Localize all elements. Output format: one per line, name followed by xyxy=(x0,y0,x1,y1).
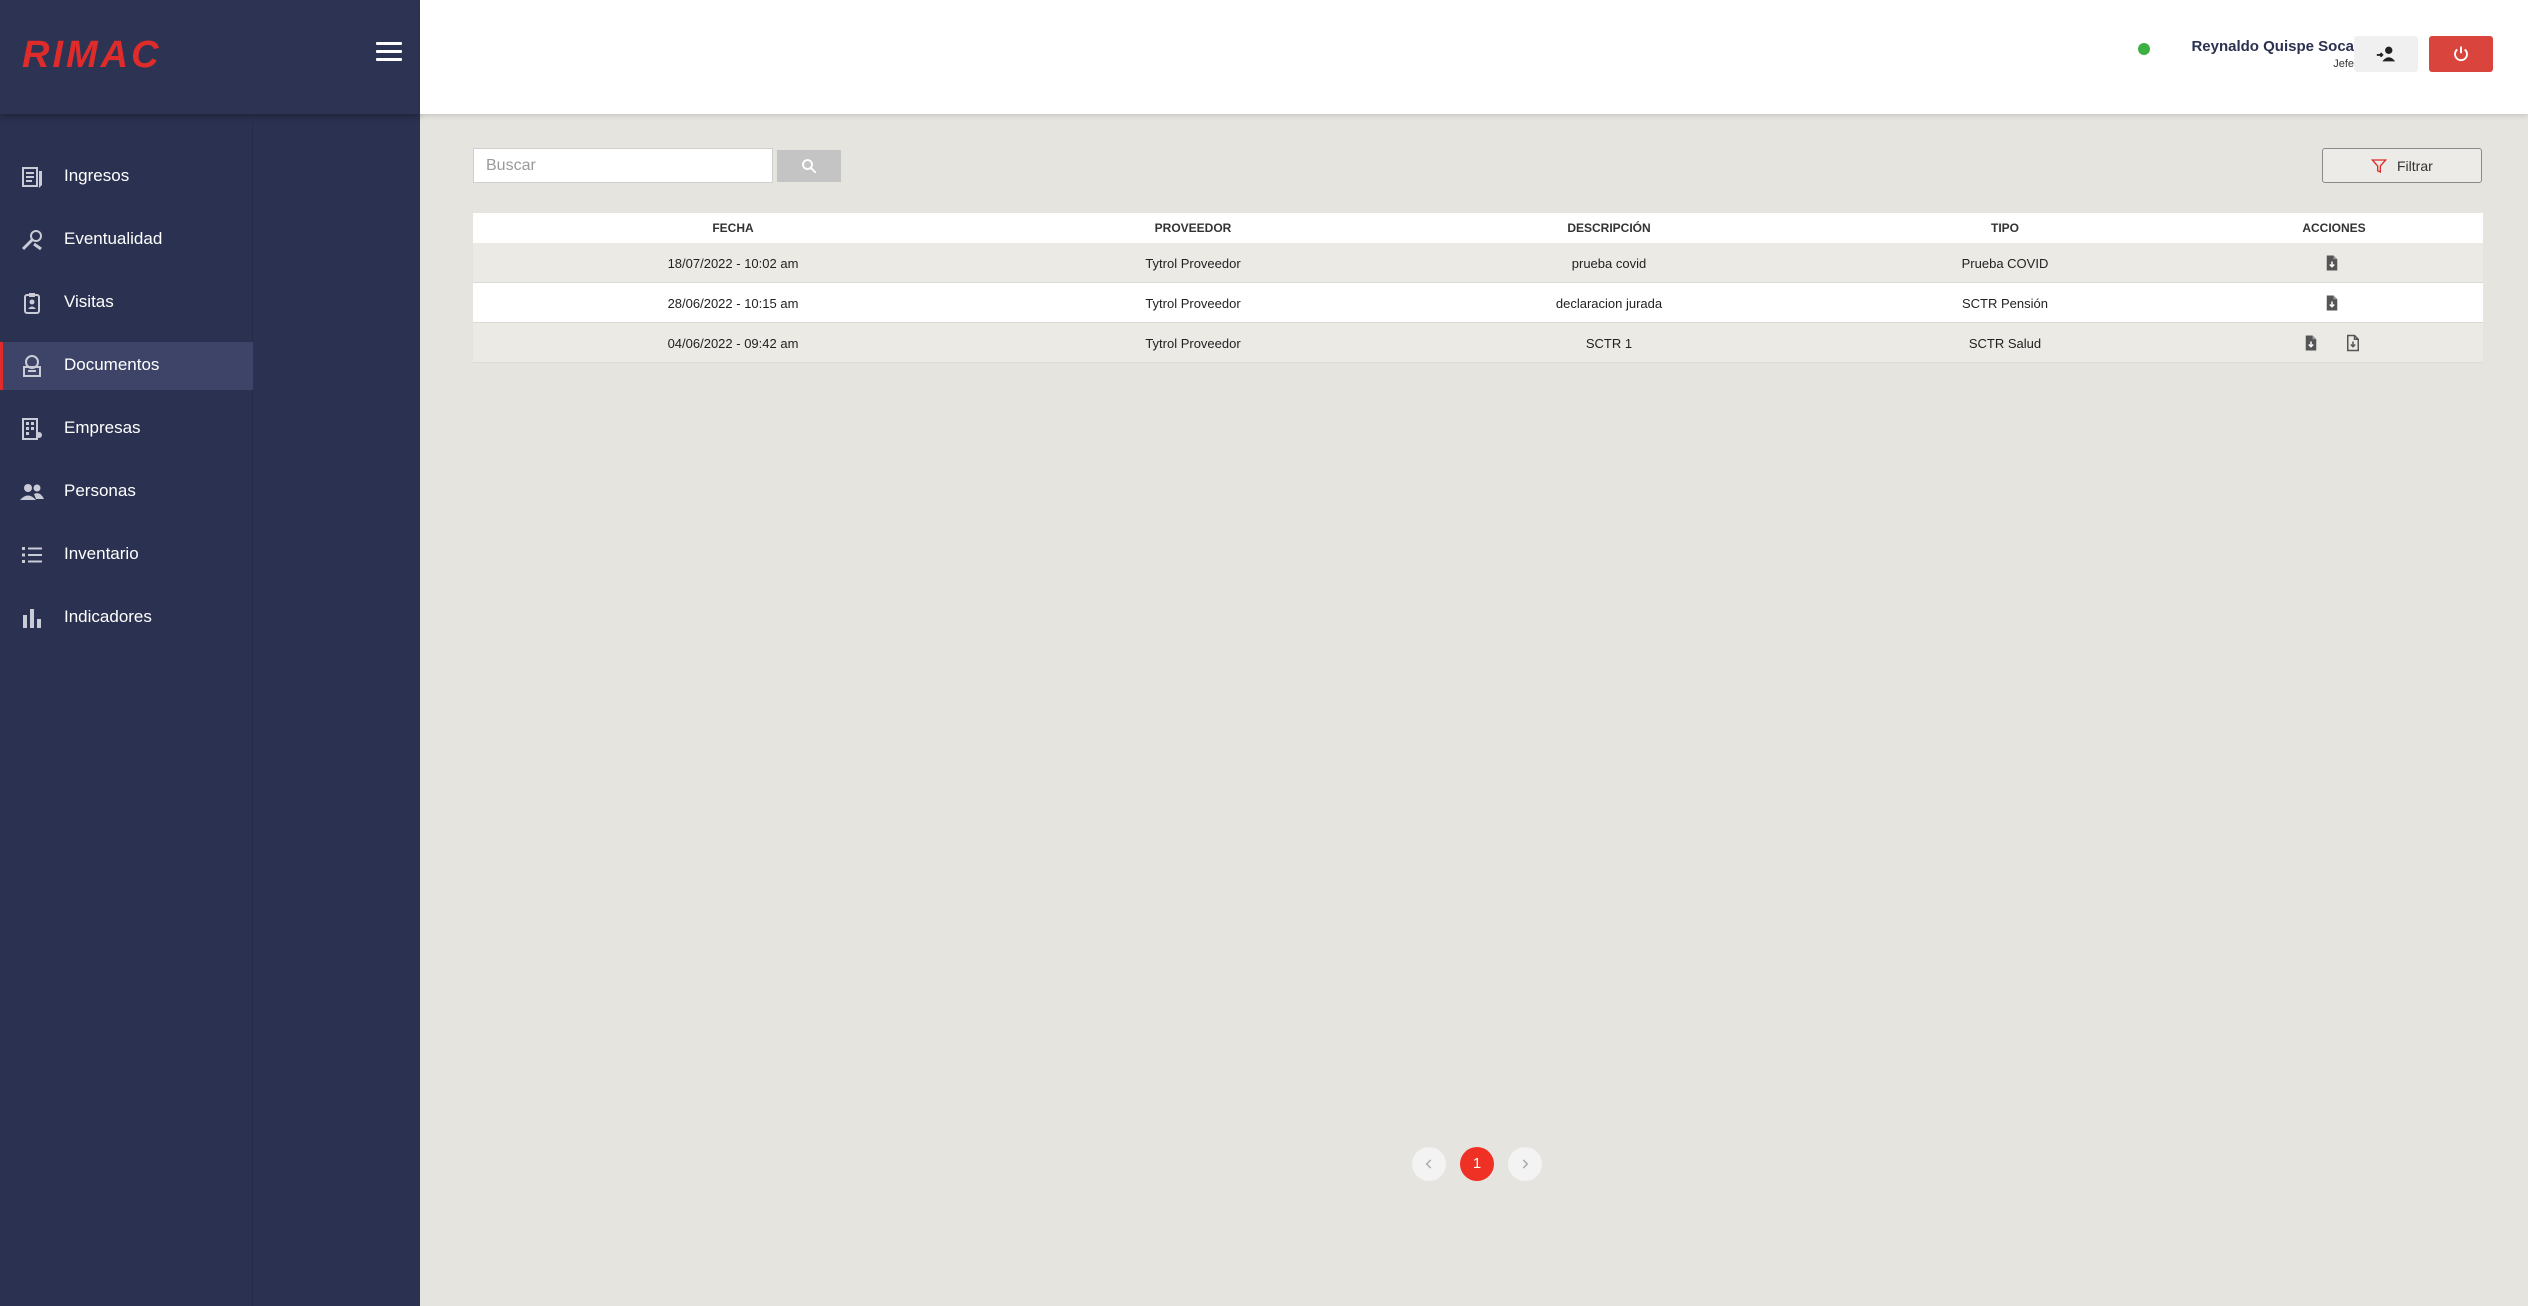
documents-icon xyxy=(23,355,41,377)
chevron-left-icon xyxy=(1425,1159,1432,1169)
file-icon[interactable] xyxy=(2323,253,2341,273)
file-icon[interactable] xyxy=(2323,293,2341,313)
sidebar-item-label: Ingresos xyxy=(64,166,130,185)
table-row: 28/06/2022 - 10:15 am Tytrol Proveedor d… xyxy=(473,283,2483,323)
table-row: 18/07/2022 - 10:02 am Tytrol Proveedor p… xyxy=(473,243,2483,283)
cell-fecha: 04/06/2022 - 09:42 am xyxy=(667,336,799,351)
user-switch-icon xyxy=(2376,46,2396,62)
user-role: Jefe xyxy=(2333,58,2354,70)
sidebar-item-label: Inventario xyxy=(64,544,139,563)
search-input[interactable] xyxy=(473,148,773,183)
sidebar-item-label: Empresas xyxy=(64,418,141,437)
sidebar-nav: Ingresos Eventualidad Visitas Documentos… xyxy=(0,114,253,1306)
column-header-descripcion: DESCRIPCIÓN xyxy=(1567,221,1651,235)
cell-descripcion: declaracion jurada xyxy=(1555,296,1663,311)
column-header-proveedor: PROVEEDOR xyxy=(1154,221,1232,235)
sidebar-item-indicadores[interactable]: Indicadores xyxy=(0,594,253,642)
cell-tipo: SCTR Salud xyxy=(1968,336,2042,351)
cell-proveedor: Tytrol Proveedor xyxy=(1145,336,1241,351)
badge-icon xyxy=(24,293,40,314)
sidebar-item-label: Eventualidad xyxy=(64,229,163,248)
filter-button[interactable]: Filtrar xyxy=(2322,148,2482,183)
pagination-current-page[interactable]: 1 xyxy=(1460,1147,1494,1181)
top-header: Reynaldo Quispe Soca Jefe xyxy=(420,0,2528,114)
clipboard-list-icon xyxy=(22,167,42,188)
online-status-dot xyxy=(2138,43,2150,55)
cell-proveedor: Tytrol Proveedor xyxy=(1145,296,1241,311)
cell-proveedor: Tytrol Proveedor xyxy=(1145,256,1241,271)
search-button[interactable] xyxy=(777,150,841,182)
user-name: Reynaldo Quispe Soca xyxy=(2191,38,2354,55)
list-icon xyxy=(22,547,42,563)
filter-label: Filtrar xyxy=(2397,158,2433,174)
cell-descripcion: prueba covid xyxy=(1571,256,1647,271)
sidebar-item-label: Personas xyxy=(64,481,136,500)
sidebar-item-ingresos[interactable]: Ingresos xyxy=(0,153,253,201)
pagination-next-button[interactable] xyxy=(1508,1147,1542,1181)
file-outline-icon[interactable] xyxy=(2344,333,2362,353)
cell-fecha: 18/07/2022 - 10:02 am xyxy=(667,256,799,271)
tools-icon xyxy=(21,230,42,251)
column-header-tipo: TIPO xyxy=(1990,221,2019,235)
pagination-prev-button[interactable] xyxy=(1412,1147,1446,1181)
sidebar-item-eventualidad[interactable]: Eventualidad xyxy=(0,216,253,264)
column-header-acciones: ACCIONES xyxy=(2302,221,2366,235)
cell-tipo: SCTR Pensión xyxy=(1962,296,2048,311)
sidebar-item-label: Documentos xyxy=(64,355,160,374)
table-header: FECHA PROVEEDOR DESCRIPCIÓN TIPO ACCIONE… xyxy=(473,213,2483,243)
sidebar-item-label: Visitas xyxy=(64,292,114,311)
sidebar-item-empresas[interactable]: Empresas xyxy=(0,405,253,453)
switch-user-button[interactable] xyxy=(2354,36,2418,72)
sidebar-item-personas[interactable]: Personas xyxy=(0,468,253,516)
rimac-logo: RIMAC xyxy=(22,34,162,76)
chevron-right-icon xyxy=(1522,1159,1529,1169)
building-icon xyxy=(22,418,42,440)
documents-table: FECHA PROVEEDOR DESCRIPCIÓN TIPO ACCIONE… xyxy=(473,213,2483,363)
sidebar: RIMAC Ingresos Eventualidad Visitas Docu… xyxy=(0,0,420,1306)
table-row: 04/06/2022 - 09:42 am Tytrol Proveedor S… xyxy=(473,323,2483,363)
funnel-icon xyxy=(2371,159,2387,174)
power-icon xyxy=(2454,46,2468,62)
file-icon[interactable] xyxy=(2302,333,2320,353)
bar-chart-icon xyxy=(23,609,41,628)
column-header-fecha: FECHA xyxy=(712,221,754,235)
cell-descripcion: SCTR 1 xyxy=(1585,336,1633,351)
sidebar-item-inventario[interactable]: Inventario xyxy=(0,531,253,579)
menu-toggle-icon[interactable] xyxy=(376,42,402,64)
search-icon xyxy=(802,159,817,174)
sidebar-item-documentos[interactable]: Documentos xyxy=(0,342,253,390)
logo-bar: RIMAC xyxy=(0,0,420,114)
sidebar-item-label: Indicadores xyxy=(64,607,152,626)
people-icon xyxy=(20,484,44,500)
logout-button[interactable] xyxy=(2429,36,2493,72)
cell-fecha: 28/06/2022 - 10:15 am xyxy=(667,296,799,311)
cell-tipo: Prueba COVID xyxy=(1961,256,2049,271)
sidebar-item-visitas[interactable]: Visitas xyxy=(0,279,253,327)
